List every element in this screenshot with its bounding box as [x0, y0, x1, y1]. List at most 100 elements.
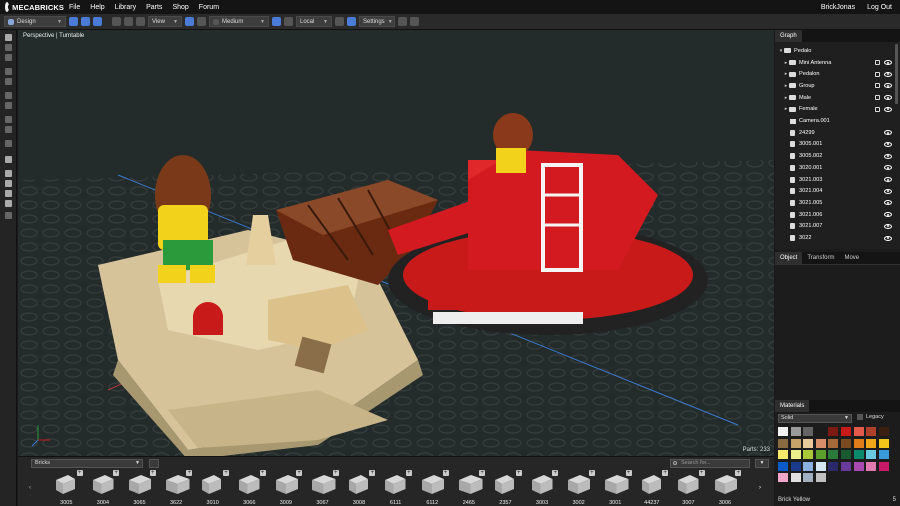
graph-item[interactable]: ▸ Group [775, 80, 892, 92]
color-swatch[interactable] [815, 438, 826, 448]
color-swatch[interactable] [853, 461, 864, 471]
brick-item[interactable]: +3010 [194, 470, 231, 506]
brick-item[interactable]: +3003 [524, 470, 561, 506]
brick-item[interactable]: +6111 [377, 470, 414, 506]
color-swatch[interactable] [815, 461, 826, 471]
add-brick-icon[interactable]: + [149, 470, 156, 476]
eye-icon[interactable] [884, 60, 892, 66]
light-icon[interactable] [5, 170, 12, 177]
brick-search-input[interactable]: Search for... [670, 459, 750, 468]
screenshot-icon[interactable] [398, 17, 407, 26]
open-icon[interactable] [81, 17, 90, 26]
tab-materials[interactable]: Materials [775, 400, 810, 412]
graph-item[interactable]: ▾ Pedalo [775, 45, 892, 57]
graph-item[interactable]: ▸ Pedalon [775, 68, 892, 80]
graph-item[interactable]: 3021.003 [775, 174, 892, 186]
graph-item[interactable]: 3005.002 [775, 150, 892, 162]
color-swatch[interactable] [815, 450, 826, 460]
eye-icon[interactable] [884, 165, 892, 171]
graph-item[interactable]: 24299 [775, 127, 892, 139]
layers-icon[interactable] [5, 212, 12, 219]
copy-icon[interactable] [5, 92, 12, 99]
add-brick-icon[interactable]: + [259, 470, 266, 476]
menu-parts[interactable]: Parts [141, 4, 167, 11]
add-brick-icon[interactable]: + [296, 470, 303, 476]
add-brick-icon[interactable]: + [698, 470, 705, 476]
add-brick-icon[interactable]: + [442, 470, 449, 476]
save-icon[interactable] [93, 17, 102, 26]
brick-item[interactable]: +3065 [121, 470, 158, 506]
add-brick-icon[interactable]: + [588, 470, 595, 476]
color-swatch[interactable] [828, 438, 839, 448]
color-swatch[interactable] [803, 438, 814, 448]
hinge-icon[interactable] [5, 190, 12, 197]
delete-icon[interactable] [136, 17, 145, 26]
graph-item[interactable]: 3021.004 [775, 185, 892, 197]
bricks-next-button[interactable]: › [759, 485, 761, 491]
add-brick-icon[interactable]: + [369, 470, 376, 476]
brick-item[interactable]: +3067 [304, 470, 341, 506]
brick-item[interactable]: +3066 [231, 470, 268, 506]
lock-icon[interactable] [875, 83, 880, 89]
color-swatch[interactable] [840, 427, 851, 436]
tab-move[interactable]: Move [839, 252, 865, 264]
menu-help[interactable]: Help [85, 4, 109, 11]
color-swatch[interactable] [778, 461, 788, 471]
brick-item[interactable]: +3004 [85, 470, 122, 506]
filter-button[interactable]: ▼ [755, 459, 769, 468]
brick-item[interactable]: +3006 [707, 470, 744, 506]
snap-icon[interactable] [335, 17, 344, 26]
eye-icon[interactable] [884, 188, 892, 194]
color-swatch[interactable] [853, 450, 864, 460]
brick-item[interactable]: +3009 [268, 470, 305, 506]
brick-item[interactable]: +3008 [341, 470, 378, 506]
add-brick-icon[interactable]: + [222, 470, 229, 476]
move-icon[interactable] [272, 17, 281, 26]
render-icon[interactable] [185, 17, 194, 26]
color-swatch[interactable] [790, 461, 801, 471]
paste-icon[interactable] [5, 102, 12, 109]
add-brick-icon[interactable]: + [405, 470, 412, 476]
pivot-icon[interactable] [284, 17, 293, 26]
fullscreen-icon[interactable] [410, 17, 419, 26]
username-link[interactable]: BrickJonas [821, 4, 855, 11]
check-icon[interactable] [197, 17, 206, 26]
new-icon[interactable] [69, 17, 78, 26]
color-swatch[interactable] [866, 427, 877, 436]
brick-category-select[interactable]: Bricks ▼ [31, 459, 143, 468]
add-brick-icon[interactable]: + [662, 470, 669, 476]
color-swatch[interactable] [778, 473, 788, 483]
add-brick-icon[interactable]: + [515, 470, 522, 476]
color-swatch[interactable] [815, 427, 826, 436]
lock-icon[interactable] [875, 106, 880, 112]
color-swatch[interactable] [790, 438, 801, 448]
eye-icon[interactable] [884, 141, 892, 147]
add-brick-icon[interactable]: + [332, 470, 339, 476]
eye-icon[interactable] [884, 71, 892, 77]
brick-item[interactable]: +6112 [414, 470, 451, 506]
color-swatch[interactable] [878, 461, 889, 471]
tab-graph[interactable]: Graph [775, 30, 802, 42]
color-swatch[interactable] [866, 450, 877, 460]
select-tool-icon[interactable] [5, 34, 12, 41]
color-swatch[interactable] [778, 438, 788, 448]
color-swatch[interactable] [853, 438, 864, 448]
color-swatch[interactable] [840, 461, 851, 471]
color-swatch[interactable] [878, 450, 889, 460]
graph-item[interactable]: 3021.007 [775, 221, 892, 233]
color-swatch[interactable] [866, 438, 877, 448]
paint-icon[interactable] [5, 156, 12, 163]
color-swatch[interactable] [803, 461, 814, 471]
add-brick-icon[interactable]: + [186, 470, 193, 476]
eye-icon[interactable] [884, 83, 892, 89]
isolate-icon[interactable] [5, 78, 12, 85]
color-swatch[interactable] [778, 450, 788, 460]
color-swatch[interactable] [828, 450, 839, 460]
quality-select[interactable]: Medium ▼ [209, 16, 269, 27]
graph-item[interactable]: 3020.001 [775, 162, 892, 174]
group-icon[interactable] [5, 116, 12, 123]
add-brick-icon[interactable]: + [625, 470, 632, 476]
color-swatch[interactable] [866, 461, 877, 471]
graph-item[interactable]: ▸ Mini Antenna [775, 57, 892, 69]
color-swatch[interactable] [803, 450, 814, 460]
